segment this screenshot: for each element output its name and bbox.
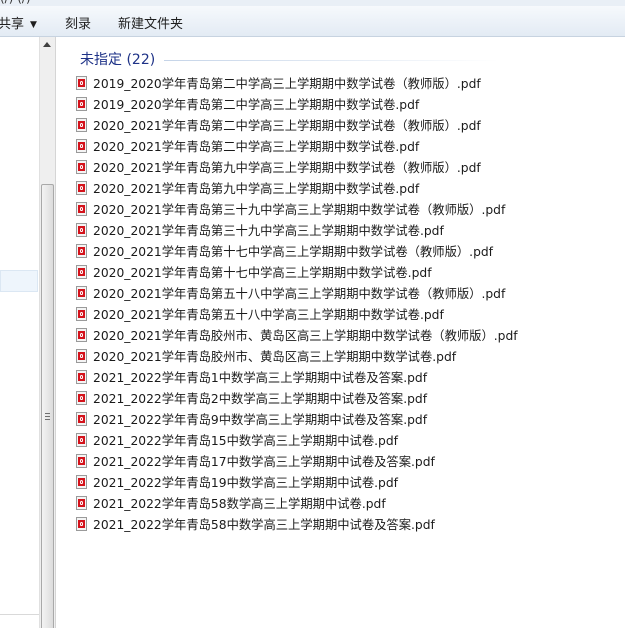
file-name: 2021_2022学年青岛9中数学高三上学期期中试卷及答案.pdf	[93, 412, 428, 427]
group-header[interactable]: 未指定 (22)	[80, 49, 155, 69]
file-item[interactable]: 2021_2022学年青岛17中数学高三上学期期中试卷及答案.pdf	[76, 450, 518, 471]
file-item[interactable]: 2020_2021学年青岛胶州市、黄岛区高三上学期期中数学试卷（教师版）.pdf	[76, 324, 518, 345]
pdf-file-icon	[76, 96, 87, 111]
window-title: (/) (/)	[0, 0, 31, 5]
pdf-file-icon	[76, 201, 87, 216]
file-name: 2020_2021学年青岛第十七中学高三上学期期中数学试卷（教师版）.pdf	[93, 244, 494, 259]
file-name: 2020_2021学年青岛第十七中学高三上学期期中数学试卷.pdf	[93, 265, 432, 280]
file-item[interactable]: 2019_2020学年青岛第二中学高三上学期期中数学试卷（教师版）.pdf	[76, 72, 518, 93]
file-item[interactable]: 2021_2022学年青岛9中数学高三上学期期中试卷及答案.pdf	[76, 408, 518, 429]
pdf-file-icon	[76, 222, 87, 237]
file-item[interactable]: 2021_2022学年青岛1中数学高三上学期期中试卷及答案.pdf	[76, 366, 518, 387]
file-list: 2019_2020学年青岛第二中学高三上学期期中数学试卷（教师版）.pdf 201…	[76, 72, 518, 534]
pdf-file-icon	[76, 474, 87, 489]
burn-button[interactable]: 刻录	[65, 13, 91, 32]
file-item[interactable]: 2020_2021学年青岛第十七中学高三上学期期中数学试卷.pdf	[76, 261, 518, 282]
pdf-file-icon	[76, 432, 87, 447]
navigation-item-selected[interactable]	[0, 270, 38, 292]
file-item[interactable]: 2020_2021学年青岛第九中学高三上学期期中数学试卷.pdf	[76, 177, 518, 198]
file-item[interactable]: 2020_2021学年青岛胶州市、黄岛区高三上学期期中数学试卷.pdf	[76, 345, 518, 366]
file-name: 2020_2021学年青岛第五十八中学高三上学期期中数学试卷（教师版）.pdf	[93, 286, 506, 301]
file-name: 2021_2022学年青岛19中数学高三上学期期中试卷.pdf	[93, 475, 398, 490]
command-toolbar: 共享 ▼ 刻录 新建文件夹	[0, 6, 625, 37]
file-item[interactable]: 2020_2021学年青岛第三十九中学高三上学期期中数学试卷（教师版）.pdf	[76, 198, 518, 219]
file-name: 2020_2021学年青岛第五十八中学高三上学期期中数学试卷.pdf	[93, 307, 444, 322]
pdf-file-icon	[76, 159, 87, 174]
pdf-file-icon	[76, 285, 87, 300]
scroll-up-arrow-icon[interactable]	[43, 42, 51, 47]
pdf-file-icon	[76, 495, 87, 510]
file-name: 2020_2021学年青岛第九中学高三上学期期中数学试卷（教师版）.pdf	[93, 160, 481, 175]
file-item[interactable]: 2021_2022学年青岛58中数学高三上学期期中试卷及答案.pdf	[76, 513, 518, 534]
file-name: 2020_2021学年青岛第九中学高三上学期期中数学试卷.pdf	[93, 181, 420, 196]
file-name: 2021_2022学年青岛17中数学高三上学期期中试卷及答案.pdf	[93, 454, 435, 469]
file-item[interactable]: 2020_2021学年青岛第五十八中学高三上学期期中数学试卷.pdf	[76, 303, 518, 324]
file-item[interactable]: 2021_2022学年青岛58数学高三上学期期中试卷.pdf	[76, 492, 518, 513]
file-item[interactable]: 2021_2022学年青岛15中数学高三上学期期中试卷.pdf	[76, 429, 518, 450]
file-name: 2021_2022学年青岛58数学高三上学期期中试卷.pdf	[93, 496, 386, 511]
pdf-file-icon	[76, 453, 87, 468]
pdf-file-icon	[76, 348, 87, 363]
file-name: 2021_2022学年青岛2中数学高三上学期期中试卷及答案.pdf	[93, 391, 428, 406]
scroll-thumb[interactable]	[41, 184, 54, 628]
file-item[interactable]: 2020_2021学年青岛第二中学高三上学期期中数学试卷（教师版）.pdf	[76, 114, 518, 135]
file-name: 2020_2021学年青岛第三十九中学高三上学期期中数学试卷（教师版）.pdf	[93, 202, 506, 217]
pdf-file-icon	[76, 327, 87, 342]
share-button[interactable]: 共享 ▼	[0, 13, 37, 32]
navigation-pane[interactable]	[0, 37, 39, 628]
navigation-pane-divider	[0, 614, 39, 615]
scroll-grip-icon	[45, 413, 50, 421]
pdf-file-icon	[76, 411, 87, 426]
navigation-scrollbar[interactable]	[39, 37, 56, 628]
file-name: 2020_2021学年青岛第三十九中学高三上学期期中数学试卷.pdf	[93, 223, 444, 238]
pdf-file-icon	[76, 390, 87, 405]
new-folder-button[interactable]: 新建文件夹	[118, 13, 183, 32]
pdf-file-icon	[76, 138, 87, 153]
file-name: 2020_2021学年青岛第二中学高三上学期期中数学试卷（教师版）.pdf	[93, 118, 481, 133]
pdf-file-icon	[76, 117, 87, 132]
file-item[interactable]: 2020_2021学年青岛第二中学高三上学期期中数学试卷.pdf	[76, 135, 518, 156]
file-name: 2021_2022学年青岛15中数学高三上学期期中试卷.pdf	[93, 433, 398, 448]
pdf-file-icon	[76, 369, 87, 384]
file-name: 2019_2020学年青岛第二中学高三上学期期中数学试卷（教师版）.pdf	[93, 76, 481, 91]
pdf-file-icon	[76, 306, 87, 321]
file-name: 2020_2021学年青岛第二中学高三上学期期中数学试卷.pdf	[93, 139, 420, 154]
share-label: 共享	[0, 17, 25, 32]
pdf-file-icon	[76, 180, 87, 195]
file-name: 2020_2021学年青岛胶州市、黄岛区高三上学期期中数学试卷（教师版）.pdf	[93, 328, 518, 343]
pdf-file-icon	[76, 243, 87, 258]
file-name: 2021_2022学年青岛1中数学高三上学期期中试卷及答案.pdf	[93, 370, 428, 385]
dropdown-arrow-icon: ▼	[30, 20, 37, 30]
file-item[interactable]: 2020_2021学年青岛第五十八中学高三上学期期中数学试卷（教师版）.pdf	[76, 282, 518, 303]
file-name: 2020_2021学年青岛胶州市、黄岛区高三上学期期中数学试卷.pdf	[93, 349, 457, 364]
file-item[interactable]: 2020_2021学年青岛第十七中学高三上学期期中数学试卷（教师版）.pdf	[76, 240, 518, 261]
file-list-pane[interactable]: 未指定 (22) 2019_2020学年青岛第二中学高三上学期期中数学试卷（教师…	[56, 37, 625, 628]
file-name: 2021_2022学年青岛58中数学高三上学期期中试卷及答案.pdf	[93, 517, 435, 532]
pdf-file-icon	[76, 75, 87, 90]
file-item[interactable]: 2020_2021学年青岛第九中学高三上学期期中数学试卷（教师版）.pdf	[76, 156, 518, 177]
group-header-divider	[164, 60, 499, 61]
file-item[interactable]: 2020_2021学年青岛第三十九中学高三上学期期中数学试卷.pdf	[76, 219, 518, 240]
file-item[interactable]: 2019_2020学年青岛第二中学高三上学期期中数学试卷.pdf	[76, 93, 518, 114]
pdf-file-icon	[76, 516, 87, 531]
file-name: 2019_2020学年青岛第二中学高三上学期期中数学试卷.pdf	[93, 97, 420, 112]
pdf-file-icon	[76, 264, 87, 279]
file-item[interactable]: 2021_2022学年青岛2中数学高三上学期期中试卷及答案.pdf	[76, 387, 518, 408]
file-item[interactable]: 2021_2022学年青岛19中数学高三上学期期中试卷.pdf	[76, 471, 518, 492]
